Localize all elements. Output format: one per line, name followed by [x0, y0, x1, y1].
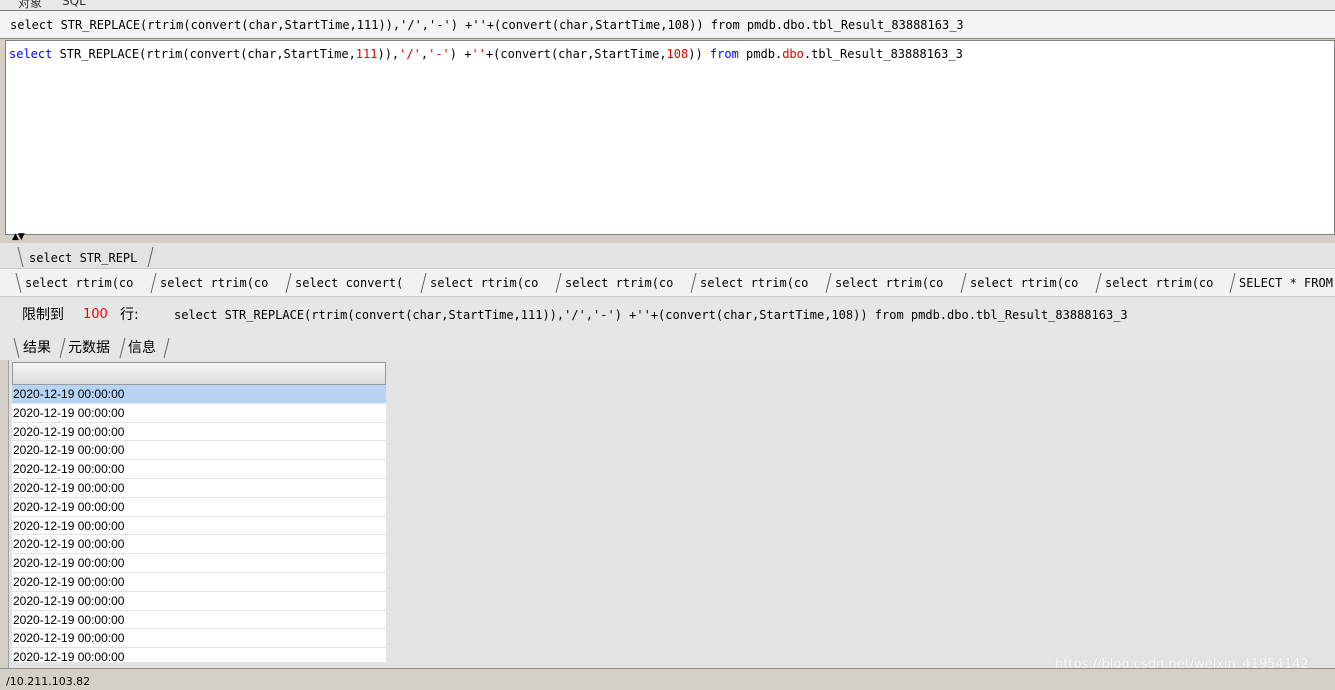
sql-editor[interactable]: select STR_REPLACE(rtrim(convert(char,St… — [5, 40, 1335, 235]
query-tab[interactable]: select rtrim(co — [160, 270, 268, 296]
tab-divider — [690, 273, 697, 293]
table-row[interactable]: 2020-12-19 00:00:00 — [12, 441, 386, 461]
grid-column-header[interactable] — [12, 362, 386, 385]
sql-token: STR_REPLACE(rtrim(convert(char,StartTime… — [52, 47, 356, 61]
grid-body: 2020-12-19 00:00:00 2020-12-19 00:00:00 20… — [12, 385, 386, 662]
tab-divider — [59, 338, 66, 358]
tab-metadata[interactable]: 元数据 — [68, 337, 110, 359]
sql-token: .tbl_Result_83888163_3 — [803, 47, 963, 61]
sql-token: pmdb. — [738, 47, 783, 61]
query-tab[interactable]: select rtrim(co — [1105, 270, 1213, 296]
tab-objects[interactable]: 对象 — [18, 0, 42, 10]
table-row[interactable]: 2020-12-19 00:00:00 — [12, 573, 386, 592]
query-tab[interactable]: select convert( — [295, 270, 403, 296]
table-row[interactable]: 2020-12-19 00:00:00 — [12, 460, 386, 479]
table-row[interactable]: 2020-12-19 00:00:00 — [12, 535, 386, 555]
query-tab[interactable]: select rtrim(co — [565, 270, 673, 296]
table-row[interactable]: 2020-12-19 00:00:00 — [12, 423, 386, 442]
table-row[interactable]: 2020-12-19 00:00:00 — [12, 385, 386, 404]
sql-token: select — [9, 47, 53, 61]
tab-divider — [163, 338, 170, 358]
query-tab[interactable]: select rtrim(co — [25, 270, 133, 296]
sql-token: 108 — [666, 47, 689, 61]
pane-splitter[interactable]: ▲▼ — [0, 232, 1335, 243]
sql-token: '' — [471, 47, 486, 61]
table-row[interactable]: 2020-12-19 00:00:00 — [12, 648, 386, 662]
sql-token: '/' — [399, 47, 421, 61]
tab-divider — [150, 273, 157, 293]
limit-label: 限制到 — [22, 307, 64, 323]
table-row[interactable]: 2020-12-19 00:00:00 — [12, 592, 386, 611]
tab-divider — [13, 338, 20, 358]
tab-divider — [420, 273, 427, 293]
tab-results[interactable]: 结果 — [23, 337, 51, 359]
tab-info[interactable]: 信息 — [128, 337, 156, 359]
tab-divider — [555, 273, 562, 293]
table-row[interactable]: 2020-12-19 00:00:00 — [12, 629, 386, 649]
tab-divider — [960, 273, 967, 293]
query-tab[interactable]: select rtrim(co — [430, 270, 538, 296]
table-row[interactable]: 2020-12-19 00:00:00 — [12, 611, 386, 630]
collapse-arrows-icon[interactable]: ▲▼ — [12, 232, 25, 242]
top-tab-strip: 对象 SQL — [0, 0, 1335, 10]
tab-divider — [1095, 273, 1102, 293]
tab-divider — [17, 247, 24, 267]
limit-value[interactable]: 100 — [83, 297, 108, 333]
tab-divider — [15, 273, 22, 293]
tab-divider — [147, 247, 154, 267]
query-tab[interactable]: select rtrim(co — [835, 270, 943, 296]
query-tab-row-1: select STR_REPL — [0, 243, 1335, 269]
editor-line-1: select STR_REPLACE(rtrim(convert(char,St… — [9, 47, 963, 61]
sql-token: '-' — [428, 47, 450, 61]
table-row[interactable]: 2020-12-19 00:00:00 — [12, 498, 386, 517]
tab-divider — [285, 273, 292, 293]
query-tab[interactable]: select rtrim(co — [970, 270, 1078, 296]
sql-token: )), — [377, 47, 400, 61]
tab-divider — [119, 338, 126, 358]
sql-token: , — [420, 47, 429, 61]
sql-token: )) — [688, 47, 710, 61]
tab-divider — [825, 273, 832, 293]
results-area: 2020-12-19 00:00:00 2020-12-19 00:00:00 20… — [8, 360, 1335, 668]
tab-sql[interactable]: SQL — [62, 0, 86, 8]
connection-address: /10.211.103.82 — [6, 675, 91, 688]
sql-token: 111 — [355, 47, 378, 61]
sql-text-bar[interactable]: select STR_REPLACE(rtrim(convert(char,St… — [0, 10, 1335, 39]
status-bar: /10.211.103.82 — [0, 668, 1335, 688]
table-row[interactable]: 2020-12-19 00:00:00 — [12, 479, 386, 498]
query-tab[interactable]: select rtrim(co — [700, 270, 808, 296]
sql-token: ) + — [449, 47, 472, 61]
result-grid[interactable]: 2020-12-19 00:00:00 2020-12-19 00:00:00 20… — [12, 362, 386, 662]
limit-suffix: 行: — [120, 307, 139, 323]
table-row[interactable]: 2020-12-19 00:00:00 — [12, 554, 386, 573]
result-tab-strip: 结果 元数据 信息 — [0, 335, 1335, 360]
table-row[interactable]: 2020-12-19 00:00:00 — [12, 404, 386, 423]
query-tab[interactable]: SELECT * FROM — [1239, 270, 1333, 296]
query-tab-active[interactable]: select STR_REPL — [29, 245, 137, 271]
table-row[interactable]: 2020-12-19 00:00:00 — [12, 517, 386, 536]
query-tab-row-2: select rtrim(co select rtrim(co select con… — [0, 269, 1335, 297]
tab-divider — [1229, 273, 1236, 293]
sql-token: dbo — [782, 47, 804, 61]
limit-bar: 限制到 100 行: select STR_REPLACE(rtrim(conv… — [0, 297, 1335, 335]
sql-token: from — [709, 47, 739, 61]
executed-sql-text: select STR_REPLACE(rtrim(convert(char,St… — [174, 308, 1128, 322]
sql-token: +(convert(char,StartTime, — [485, 47, 667, 61]
